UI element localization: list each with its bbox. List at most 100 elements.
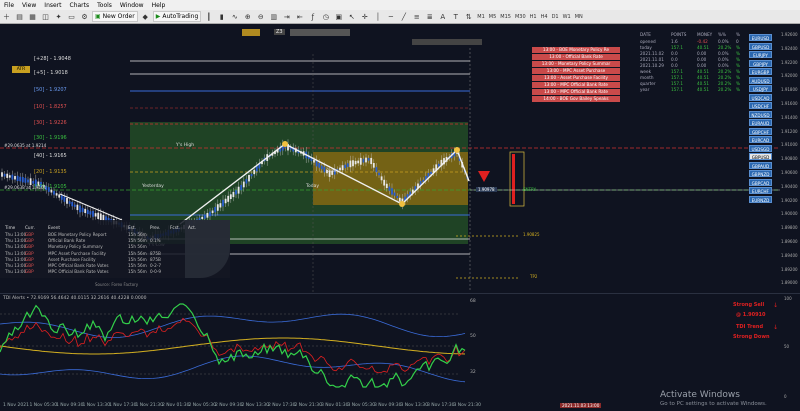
new-chart-icon[interactable]: ＋ <box>1 11 12 22</box>
arrows-icon[interactable]: ⇅ <box>463 11 474 22</box>
tf-d1[interactable]: D1 <box>550 14 561 20</box>
symbol-button[interactable]: NZDUSD <box>749 110 772 118</box>
market-watch-icon[interactable]: ▦ <box>27 11 38 22</box>
hline-icon[interactable]: ─ <box>385 11 396 22</box>
menu-charts[interactable]: Charts <box>66 2 94 9</box>
stats-cell: % <box>736 57 740 62</box>
candle-body <box>240 184 243 191</box>
symbol-button[interactable]: GBPNZD <box>749 170 772 177</box>
new-order-button[interactable]: ▣ New Order <box>92 11 138 22</box>
symbol-button[interactable]: GBPCAD <box>749 178 772 186</box>
meta-editor-icon[interactable]: ◆ <box>140 11 151 22</box>
price-tick: 1.91200 <box>781 128 798 134</box>
tdi-oscillator[interactable]: TDI Alerts • 72.9169 56.4642 40.0115 32.… <box>0 293 800 402</box>
bar-chart-icon[interactable]: ┃ <box>203 11 214 22</box>
candle-body <box>375 167 378 173</box>
calendar-cell: Thu 13:00 <box>5 269 27 275</box>
tf-mn[interactable]: MN <box>573 14 585 20</box>
tf-m5[interactable]: M5 <box>487 14 499 20</box>
zoom-in-icon[interactable]: ⊕ <box>242 11 253 22</box>
tf-m1[interactable]: M1 <box>475 14 487 20</box>
news-item[interactable]: 13:00 - Monetary Policy Summar <box>532 61 620 67</box>
symbol-button[interactable]: AUDUSD <box>749 76 772 84</box>
indicators-icon[interactable]: ƒ <box>307 11 318 22</box>
tf-h4[interactable]: H4 <box>539 14 550 20</box>
news-item[interactable]: 13:00 - Asset Purchase Facility <box>532 75 620 81</box>
navigator-icon[interactable]: ✦ <box>53 11 64 22</box>
news-item[interactable]: 14:00 - BOE Gov Bailey Speaks <box>532 96 620 102</box>
stats-cell: week <box>640 69 652 74</box>
stats-header: POINTS <box>671 32 687 37</box>
news-item[interactable]: 13:00 - Official Bank Rate <box>532 54 620 60</box>
cursor-icon[interactable]: ↖ <box>346 11 357 22</box>
symbol-button[interactable]: GBPUSD <box>749 153 772 160</box>
autoscroll-icon[interactable]: ⇥ <box>281 11 292 22</box>
period-icon[interactable]: ◷ <box>320 11 331 22</box>
price-tick: 1.91400 <box>781 114 798 120</box>
symbol-button[interactable]: GBPCHF <box>749 127 772 135</box>
candle-body <box>3 173 6 177</box>
calendar-cell: Thu 13:00 <box>5 256 27 262</box>
profiles-icon[interactable]: ▤ <box>14 11 25 22</box>
news-item[interactable]: 13:00 - MPC Asset Purchase <box>532 68 620 74</box>
tile-icon[interactable]: ▥ <box>268 11 279 22</box>
candle-body <box>396 195 399 199</box>
tf-m30[interactable]: M30 <box>513 14 528 20</box>
symbol-button[interactable]: EURCAD <box>749 136 772 143</box>
candle-body <box>86 209 89 215</box>
symbol-button[interactable]: USDJPY <box>749 85 772 92</box>
signal-tdi-trend: TDI Trend <box>736 324 764 330</box>
menu-view[interactable]: View <box>18 2 40 9</box>
symbol-button[interactable]: EURAUD <box>749 119 772 126</box>
candle-body <box>232 191 235 198</box>
shift-icon[interactable]: ⇤ <box>294 11 305 22</box>
symbol-button[interactable]: EURCHF <box>749 187 772 194</box>
tf-m15[interactable]: M15 <box>498 14 513 20</box>
news-item[interactable]: 13:00 - BOE Monetary Policy Re <box>532 47 620 53</box>
channel-icon[interactable]: ≡ <box>411 11 422 22</box>
symbol-button[interactable]: GBPAUD <box>749 161 772 169</box>
trendline-icon[interactable]: ╱ <box>398 11 409 22</box>
down-arrow-icon: ↓ <box>773 324 779 331</box>
candle-body <box>203 214 206 219</box>
tf-h1[interactable]: H1 <box>528 14 539 20</box>
symbol-button[interactable]: GBPUSD <box>749 42 772 50</box>
menu-insert[interactable]: Insert <box>40 2 65 9</box>
tf-w1[interactable]: W1 <box>561 14 573 20</box>
vline-icon[interactable]: │ <box>372 11 383 22</box>
tdi-level-50: 50 <box>470 334 476 339</box>
news-item[interactable]: 13:00 - MPC Official Bank Rate <box>532 89 620 95</box>
data-window-icon[interactable]: ◫ <box>40 11 51 22</box>
line-chart-icon[interactable]: ∿ <box>229 11 240 22</box>
fibo-icon[interactable]: ≣ <box>424 11 435 22</box>
symbol-button[interactable]: GBPJPY <box>749 59 772 67</box>
candle-body <box>362 158 365 163</box>
templates-icon[interactable]: ▣ <box>333 11 344 22</box>
menu-file[interactable]: File <box>0 2 18 9</box>
price-tick: 1.89200 <box>781 266 798 272</box>
symbol-button[interactable]: EURNZD <box>749 195 772 203</box>
menu-tools[interactable]: Tools <box>93 2 116 9</box>
symbol-button[interactable]: EURGBP <box>749 68 772 75</box>
symbol-button[interactable]: USDCAD <box>749 93 772 101</box>
terminal-icon[interactable]: ▭ <box>66 11 77 22</box>
symbol-button[interactable]: USDCHF <box>749 102 772 109</box>
candle-body <box>216 204 219 211</box>
symbol-button[interactable]: EURJPY <box>749 51 772 58</box>
crosshair-icon[interactable]: ✛ <box>359 11 370 22</box>
text-icon[interactable]: A <box>437 11 448 22</box>
zoom-out-icon[interactable]: ⊖ <box>255 11 266 22</box>
news-item[interactable]: 13:00 - MPC Official Bank Rate <box>532 82 620 88</box>
price-chart[interactable]: Z3 ATR [+28] - 1.9048 [+5] - 1.9018 [50]… <box>0 24 800 292</box>
stats-header: DATE <box>640 32 651 37</box>
menu-help[interactable]: Help <box>148 2 170 9</box>
candle-chart-icon[interactable]: ▮ <box>216 11 227 22</box>
symbol-button[interactable]: EURUSD <box>749 34 772 41</box>
stats-header: %% <box>718 32 726 37</box>
tester-icon[interactable]: ⚙ <box>79 11 90 22</box>
label-icon[interactable]: T <box>450 11 461 22</box>
symbol-button[interactable]: USDSGD <box>749 144 772 152</box>
price-tick: 1.90600 <box>781 170 798 175</box>
autotrading-button[interactable]: ▶ AutoTrading <box>152 11 202 22</box>
menu-window[interactable]: Window <box>116 2 148 9</box>
